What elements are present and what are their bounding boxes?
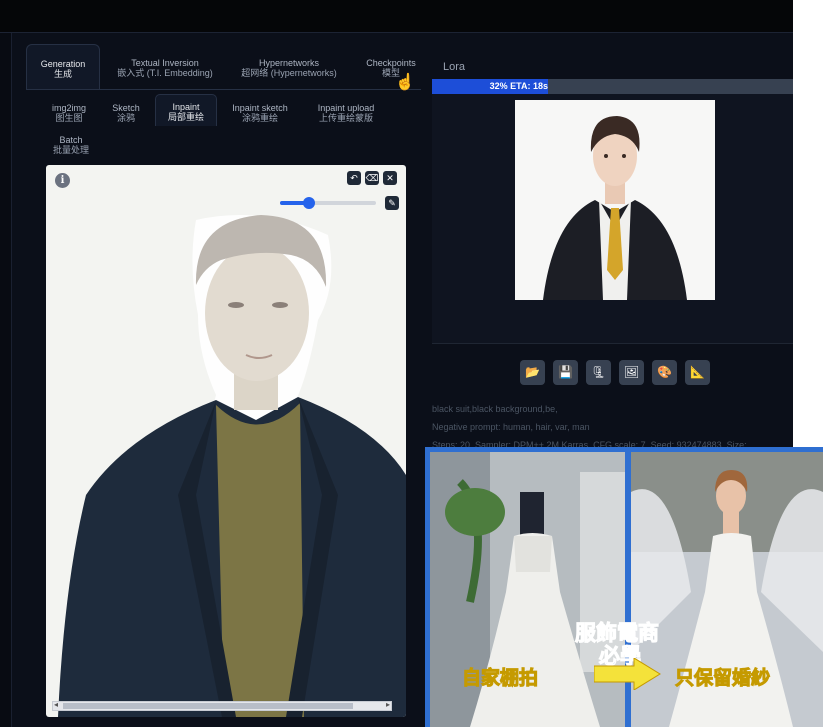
wedding-comparison-overlay: 服飾電商 必學 自家棚拍 只保留婚紗 [425,447,823,727]
subtab-sketch[interactable]: Sketch 涂鸦 [102,96,150,126]
subtab-label: img2img [51,103,86,113]
inpaint-canvas[interactable]: i ↶ ⌫ ✕ ✎ ◂ ▸ [46,165,406,717]
tab-sublabel: 嵌入式 (T.I. Embedding) [117,68,213,78]
info-icon[interactable]: i [55,173,70,188]
brush-size-slider[interactable] [280,197,376,209]
subtab-inpaint[interactable]: Inpaint 局部重绘 [155,94,217,126]
left-rail [0,33,12,727]
arrow-right-icon [594,658,661,690]
hand-cursor-icon: ☝ [395,74,415,91]
subtab-img2img[interactable]: img2img 图生图 [40,96,98,126]
brush-icon[interactable]: ✎ [385,196,399,210]
tab-textual-inversion[interactable]: Textual Inversion 嵌入式 (T.I. Embedding) [110,44,220,90]
ruler-icon[interactable]: 📐 [685,360,710,385]
main-tabs: Generation 生成 Textual Inversion 嵌入式 (T.I… [26,44,436,90]
tab-label: Hypernetworks [258,58,320,68]
folder-icon[interactable]: 📂 [520,360,545,385]
subtab-label: Inpaint sketch [232,103,288,113]
progress-text: 32% ETA: 18s [489,81,548,91]
subtab-sublabel: 涂鸦 [116,113,135,123]
subtab-label: Inpaint upload [317,103,375,113]
scroll-right-icon[interactable]: ▸ [386,700,390,709]
inpaint-photo [58,215,406,717]
subtab-sublabel: 批量处理 [52,145,89,155]
progress-bar: 32% ETA: 18s [432,79,793,94]
horizontal-scrollbar[interactable]: ◂ ▸ [52,700,392,711]
img2img-subtabs: img2img 图生图 Sketch 涂鸦 Inpaint 局部重绘 Inpai… [40,94,420,158]
tabs-divider [26,89,421,90]
tab-sublabel: 超网络 (Hypernetworks) [241,68,337,78]
tab-generation[interactable]: Generation 生成 [26,44,100,90]
save-icon[interactable]: 💾 [553,360,578,385]
zip-icon[interactable]: 🗜 [586,360,611,385]
divider [0,32,793,33]
subtab-sublabel: 涂鸦重绘 [241,113,278,123]
scrollbar-thumb[interactable] [63,703,353,709]
tab-lora[interactable]: Lora [443,61,465,73]
subtab-batch[interactable]: Batch 批量处理 [50,128,92,158]
close-icon[interactable]: ✕ [383,171,397,185]
subtab-label: Batch [59,135,83,145]
scroll-left-icon[interactable]: ◂ [54,700,58,709]
overlay-right-caption: 只保留婚紗 [674,667,771,690]
tab-label: Textual Inversion [131,58,199,68]
tab-label: Generation [40,59,86,69]
output-gallery [432,94,793,344]
negative-prompt-text: Negative prompt: human, hair, var, man [432,422,590,432]
output-image[interactable] [515,100,715,300]
subtab-label: Inpaint [172,102,200,112]
brush-size-knob[interactable] [302,197,315,209]
top-bar [0,0,793,32]
tab-sublabel: 生成 [53,69,72,79]
clear-icon[interactable]: ⌫ [365,171,379,185]
prompt-text: black suit,black background,be, [432,404,558,414]
subtab-inpaint-upload[interactable]: Inpaint upload 上传重绘蒙版 [306,96,386,126]
subtab-sublabel: 上传重绘蒙版 [318,113,373,123]
tab-label: Checkpoints [366,58,416,68]
subtab-inpaint-sketch[interactable]: Inpaint sketch 涂鸦重绘 [224,96,296,126]
subtab-label: Sketch [112,103,140,113]
subtab-sublabel: 图生图 [55,113,83,123]
undo-icon[interactable]: ↶ [347,171,361,185]
tab-hypernetworks[interactable]: Hypernetworks 超网络 (Hypernetworks) [231,44,347,90]
palette-icon[interactable]: 🎨 [652,360,677,385]
overlay-left-caption: 自家棚拍 [461,667,539,690]
subtab-sublabel: 局部重绘 [167,112,204,122]
image-icon[interactable]: 🖼 [619,360,644,385]
